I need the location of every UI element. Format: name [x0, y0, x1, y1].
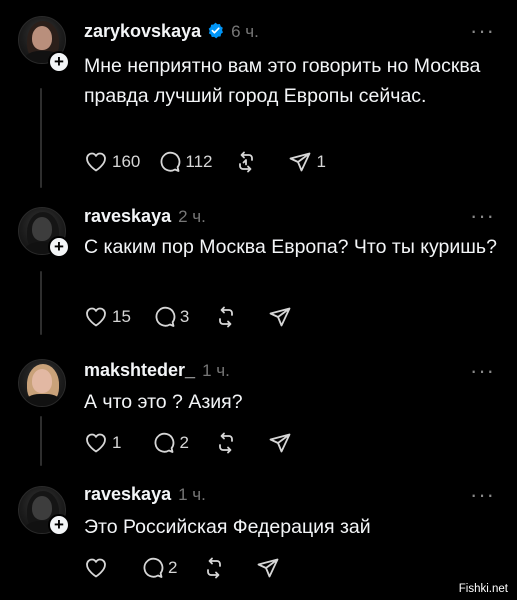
repost-button[interactable]: [214, 431, 238, 455]
comment-bubble-icon: [160, 151, 181, 172]
more-dots-icon[interactable]: ···: [470, 360, 495, 382]
repost-icon: [219, 432, 233, 454]
follow-plus-icon[interactable]: +: [48, 514, 70, 536]
post-time: 2 ч.: [178, 207, 206, 226]
thread-post: + raveskaya 2 ч. ··· С каким пор Москва …: [0, 195, 517, 340]
thread-line: [40, 271, 42, 335]
comment-count: 3: [179, 307, 190, 326]
thread-line: [40, 88, 42, 188]
repost-button[interactable]: [202, 556, 226, 580]
heart-icon: [86, 152, 106, 172]
comment-bubble-icon: [155, 306, 176, 327]
comment-button[interactable]: 112: [157, 150, 212, 174]
comment-count: 2: [168, 558, 178, 577]
repost-button[interactable]: [234, 150, 262, 174]
send-icon: [290, 152, 311, 172]
post-time: 1 ч.: [178, 485, 206, 504]
more-dots-icon[interactable]: ···: [470, 205, 495, 227]
username[interactable]: raveskaya: [84, 484, 171, 505]
heart-icon: [86, 307, 106, 327]
comment-button[interactable]: 2: [151, 431, 189, 455]
heart-icon: [86, 433, 106, 453]
heart-icon: [86, 558, 106, 578]
like-count: 1: [112, 433, 122, 452]
share-button[interactable]: [268, 431, 292, 455]
post-text: А что это ? Азия?: [84, 391, 243, 413]
share-button[interactable]: [256, 556, 280, 580]
username[interactable]: makshteder_: [84, 360, 195, 381]
follow-plus-icon[interactable]: +: [48, 236, 70, 258]
like-button[interactable]: 15: [84, 305, 131, 329]
more-dots-icon[interactable]: ···: [470, 484, 495, 506]
comment-button[interactable]: 2: [140, 556, 177, 580]
username[interactable]: raveskaya: [84, 206, 171, 227]
post-text: Это Российская Федерация зай: [84, 516, 371, 538]
comment-count: 112: [185, 152, 213, 171]
share-button[interactable]: 1: [288, 150, 326, 174]
repost-icon: [239, 151, 254, 173]
post-time: 6 ч.: [231, 22, 259, 41]
share-button[interactable]: [268, 305, 292, 329]
watermark: Fishki.net: [455, 582, 511, 596]
send-icon: [269, 433, 291, 453]
thread-post: makshteder_ 1 ч. ··· А что это ? Азия? 1…: [0, 340, 517, 470]
repost-icon: [207, 557, 222, 579]
like-count: 160: [112, 152, 141, 171]
more-dots-icon[interactable]: ···: [470, 20, 495, 42]
comment-bubble-icon: [155, 432, 175, 453]
like-button[interactable]: [84, 556, 108, 580]
thread-post: + raveskaya 1 ч. ··· Это Российская Феде…: [0, 470, 517, 600]
comment-button[interactable]: 3: [152, 305, 189, 329]
repost-icon: [219, 306, 234, 328]
thread-post: + zarykovskaya 6 ч. ··· Мне неприятно ва…: [0, 0, 517, 195]
repost-button[interactable]: [214, 305, 238, 329]
like-button[interactable]: 160: [84, 150, 140, 174]
share-count: 1: [316, 152, 326, 171]
comment-count: 2: [179, 433, 189, 452]
like-count: 15: [112, 307, 131, 326]
comment-bubble-icon: [143, 557, 164, 578]
post-time: 1 ч.: [202, 361, 230, 380]
username[interactable]: zarykovskaya: [84, 21, 201, 42]
verified-badge-icon: [208, 22, 224, 39]
post-text: С каким пор Москва Европа? Что ты куришь…: [84, 236, 497, 258]
follow-plus-icon[interactable]: +: [48, 51, 70, 73]
avatar[interactable]: [18, 359, 66, 407]
send-icon: [269, 307, 291, 327]
send-icon: [258, 558, 279, 578]
thread-line: [40, 416, 42, 466]
post-text: Мне неприятно вам это говорить но Москва…: [84, 55, 481, 107]
like-button[interactable]: 1: [84, 431, 121, 455]
